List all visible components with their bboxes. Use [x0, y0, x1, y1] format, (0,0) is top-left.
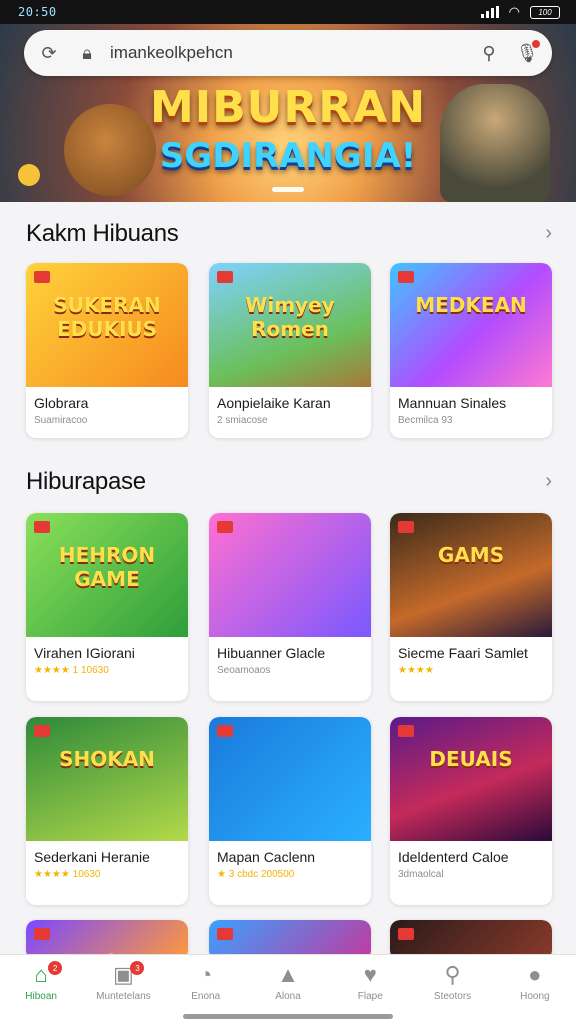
thumbnail-title-art: HEHRON GAME — [58, 543, 156, 591]
nav-label: Hoong — [520, 991, 550, 1002]
thumbnail-title-art: Wimyey Romen — [245, 293, 335, 341]
carousel-indicator[interactable] — [272, 187, 304, 192]
thumbnail-title-art: SUKERAN EDUKIUS — [53, 293, 161, 341]
thumbnail-title-art: GAMS — [437, 543, 505, 567]
game-card[interactable]: DEUAIS Ideldenterd Caloe 3dmaolcal — [390, 717, 552, 905]
new-badge — [217, 725, 233, 737]
thumbnail-title-art: SHOKAN — [59, 747, 155, 771]
heart-icon: ♥ — [363, 962, 377, 987]
game-card[interactable]: Wimyey Romen Aonpielaike Karan 2 smiacose — [209, 263, 371, 438]
new-badge — [217, 928, 233, 940]
game-thumbnail[interactable]: SHOKAN — [26, 717, 188, 841]
new-badge — [34, 928, 50, 940]
card-subtitle: ★ 3 cbdc 200500 — [217, 869, 295, 880]
home-indicator[interactable] — [183, 1014, 393, 1019]
hero-subtitle: SGDIRANGIA! — [159, 136, 417, 176]
new-badge — [217, 521, 233, 533]
chat-icon: ◔ — [199, 962, 213, 987]
section-title: Kakm Hibuans — [26, 220, 179, 247]
nav-label: Alona — [275, 991, 301, 1002]
game-card[interactable]: MEDKEAN Mannuan Sinales Becmilca 93 — [390, 263, 552, 438]
game-card[interactable]: GAMS Siecme Faari Samlet ★★★★ — [390, 513, 552, 701]
card-subtitle: ★★★★ — [398, 665, 434, 676]
new-badge — [398, 271, 414, 283]
search-icon: ⚲ — [444, 962, 461, 987]
card-subtitle: 2 smiacose — [217, 415, 268, 426]
card-title: Virahen IGiorani — [34, 645, 135, 661]
new-badge — [217, 271, 233, 283]
card-title: Mannuan Sinales — [398, 395, 507, 411]
nav-item[interactable]: ⚲ Steotors — [414, 962, 492, 1024]
game-card[interactable]: HEHRON GAME Virahen IGiorani ★★★★ 1 10630 — [26, 513, 188, 701]
nav-label: Flape — [357, 991, 383, 1002]
game-thumbnail[interactable] — [209, 717, 371, 841]
game-card[interactable]: SUKERAN EDUKIUS Globrara Suamiracoo — [26, 263, 188, 438]
url-text[interactable]: imankeolkpehcn — [110, 43, 478, 63]
notification-badge: 2 — [48, 961, 63, 975]
status-time: 20:50 — [18, 5, 57, 19]
new-badge — [398, 725, 414, 737]
refresh-icon[interactable]: ⟳ — [38, 42, 60, 64]
card-title: Mapan Caclenn — [217, 849, 316, 865]
card-title: Aonpielaike Karan — [217, 395, 331, 411]
game-thumbnail[interactable]: Wimyey Romen — [209, 263, 371, 387]
nav-item[interactable]: ⌂ 2 Hiboan — [2, 961, 80, 1024]
thumbnail-title-art: MEDKEAN — [415, 293, 527, 317]
navigation-icon: ▲ — [277, 962, 299, 987]
card-subtitle: ★★★★ 1 10630 — [34, 665, 109, 676]
profile-icon: ● — [528, 962, 542, 987]
chevron-right-icon[interactable]: › — [545, 222, 552, 245]
thumbnail-title-art: DEUAIS — [429, 747, 513, 771]
microphone-icon[interactable]: 🎙︎ — [516, 40, 540, 64]
nav-label: Enona — [191, 991, 221, 1002]
game-card[interactable]: Hibuanner Glacle Seoamoaos — [209, 513, 371, 701]
card-title: Hibuanner Glacle — [217, 645, 326, 661]
status-bar: 20:50 ◠ 100 — [0, 0, 576, 24]
game-card[interactable]: SHOKAN Sederkani Heranie ★★★★ 10630 — [26, 717, 188, 905]
game-thumbnail[interactable]: MEDKEAN — [390, 263, 552, 387]
game-thumbnail[interactable]: DEUAIS — [390, 717, 552, 841]
nav-item[interactable]: ● Hoong — [496, 962, 574, 1024]
card-subtitle: Seoamoaos — [217, 665, 271, 676]
game-thumbnail[interactable] — [209, 513, 371, 637]
card-subtitle: Becmilca 93 — [398, 415, 453, 426]
chevron-right-icon[interactable]: › — [545, 470, 552, 493]
new-badge — [398, 521, 414, 533]
card-title: Sederkani Heranie — [34, 849, 150, 865]
game-thumbnail[interactable]: GAMS — [390, 513, 552, 637]
wifi-icon: ◠ — [508, 4, 520, 19]
url-search-bar[interactable]: ⟳ 🔒︎ imankeolkpehcn ⚲ 🎙︎ — [24, 30, 552, 76]
nav-item[interactable]: ▣ 3 Muntetelans — [84, 961, 162, 1024]
new-badge — [34, 725, 50, 737]
new-badge — [34, 271, 50, 283]
card-subtitle: ★★★★ 10630 — [34, 869, 101, 880]
search-icon[interactable]: ⚲ — [478, 42, 500, 64]
game-thumbnail[interactable]: HEHRON GAME — [26, 513, 188, 637]
nav-label: Hiboan — [25, 991, 57, 1002]
battery-icon: 100 — [530, 5, 560, 19]
status-icons: ◠ 100 — [480, 4, 560, 20]
nav-label: Steotors — [433, 991, 472, 1002]
game-card[interactable]: Mapan Caclenn ★ 3 cbdc 200500 — [209, 717, 371, 905]
new-badge — [398, 928, 414, 940]
card-subtitle: 3dmaolcal — [398, 869, 444, 880]
section-title: Hiburapase — [26, 468, 146, 495]
lock-icon: 🔒︎ — [82, 42, 92, 63]
hero-title: MIBURRAN — [149, 82, 427, 133]
card-title: Globrara — [34, 395, 89, 411]
card-title: Ideldenterd Caloe — [398, 849, 509, 865]
signal-icon — [480, 6, 499, 18]
card-title: Siecme Faari Samlet — [398, 645, 528, 661]
new-badge — [34, 521, 50, 533]
nav-label: Muntetelans — [96, 991, 151, 1002]
card-subtitle: Suamiracoo — [34, 415, 88, 426]
notification-badge: 3 — [130, 961, 145, 975]
game-thumbnail[interactable]: SUKERAN EDUKIUS — [26, 263, 188, 387]
